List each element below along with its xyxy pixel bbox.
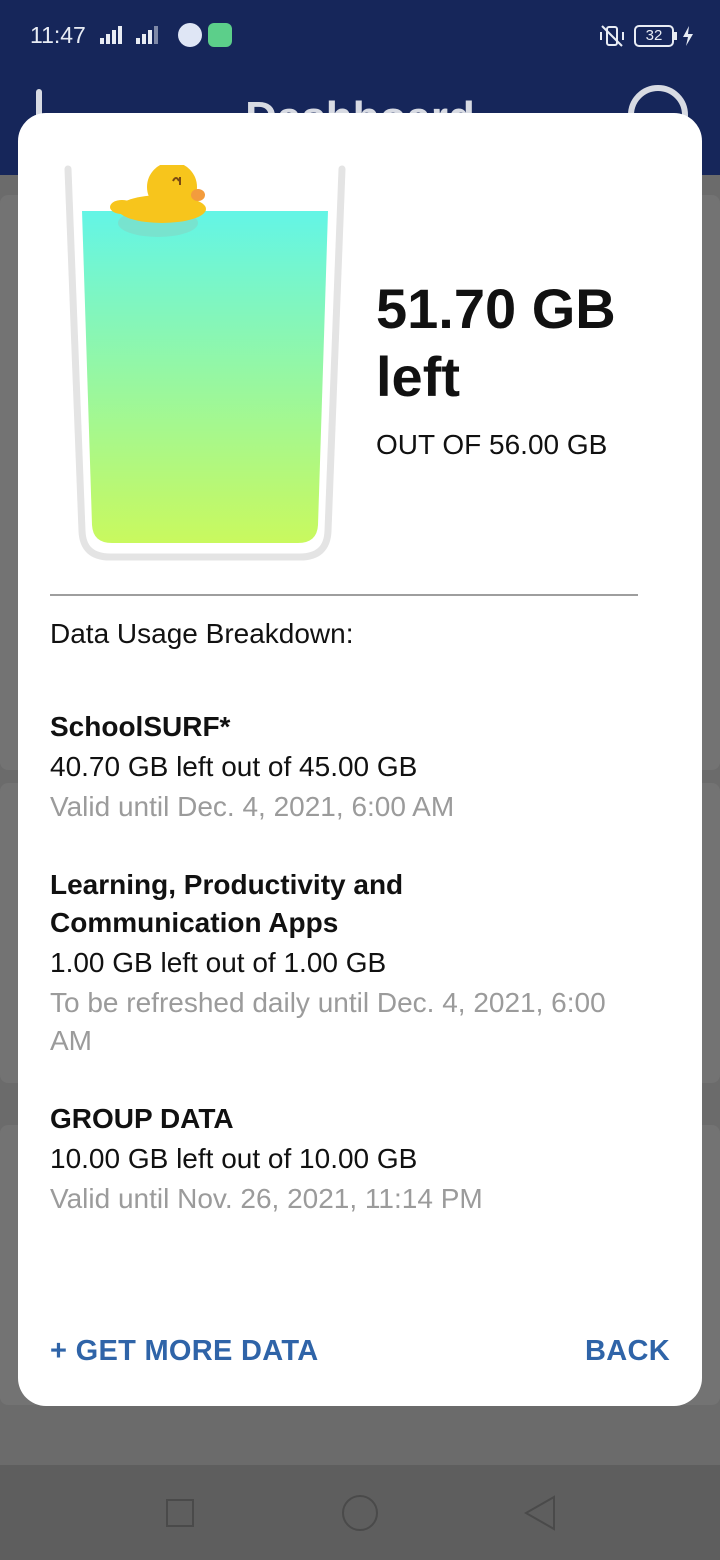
status-time: 11:47	[30, 22, 86, 48]
breakdown-title: Data Usage Breakdown:	[50, 618, 354, 649]
data-usage-dialog: 51.70 GB left OUT OF 56.00 GB Data Usage…	[18, 113, 702, 1406]
usage-item-amount: 1.00 GB left out of 1.00 GB	[50, 947, 387, 978]
remaining-amount: 51.70 GB	[376, 277, 616, 340]
get-more-data-button[interactable]: + GET MORE DATA	[50, 1335, 318, 1368]
usage-item-validity: To be refreshed daily until Dec. 4, 2021…	[50, 987, 606, 1056]
rubber-duck-icon	[110, 162, 206, 237]
usage-item-amount: 10.00 GB left out of 10.00 GB	[50, 1143, 418, 1174]
notification-app-icon	[178, 23, 202, 47]
notification-app-icon	[208, 23, 232, 47]
signal-strength-icon	[136, 26, 160, 44]
vibrate-mute-icon	[600, 25, 624, 47]
usage-item-amount: 40.70 GB left out of 45.00 GB	[50, 751, 418, 782]
back-button[interactable]: BACK	[585, 1335, 670, 1368]
status-bar: 11:47 32	[0, 0, 720, 75]
home-icon[interactable]	[342, 1495, 378, 1531]
usage-item-name: Learning, Productivity and Communication…	[50, 869, 404, 938]
battery-icon: 32	[634, 25, 677, 47]
total-allowance: OUT OF 56.00 GB	[376, 429, 608, 460]
status-right-group: 32	[598, 22, 694, 50]
system-nav-bar	[0, 1465, 720, 1560]
glass-of-water-icon	[62, 162, 348, 561]
charging-icon	[683, 26, 693, 46]
usage-item-name: GROUP DATA	[50, 1103, 234, 1134]
recents-icon[interactable]	[166, 1499, 194, 1527]
usage-item-validity: Valid until Dec. 4, 2021, 6:00 AM	[50, 791, 455, 822]
divider	[50, 594, 638, 596]
list-item: Learning, Productivity and Communication…	[50, 866, 650, 1060]
usage-item-name: SchoolSURF*	[50, 711, 231, 742]
remaining-data-summary: 51.70 GB left OUT OF 56.00 GB	[376, 275, 676, 461]
back-icon[interactable]	[522, 1495, 556, 1531]
list-item: SchoolSURF* 40.70 GB left out of 45.00 G…	[50, 708, 650, 826]
remaining-suffix: left	[376, 345, 460, 408]
usage-list: SchoolSURF* 40.70 GB left out of 45.00 G…	[50, 708, 650, 1258]
usage-item-validity: Valid until Nov. 26, 2021, 11:14 PM	[50, 1183, 483, 1214]
list-item: GROUP DATA 10.00 GB left out of 10.00 GB…	[50, 1100, 650, 1218]
signal-strength-icon	[100, 26, 124, 44]
